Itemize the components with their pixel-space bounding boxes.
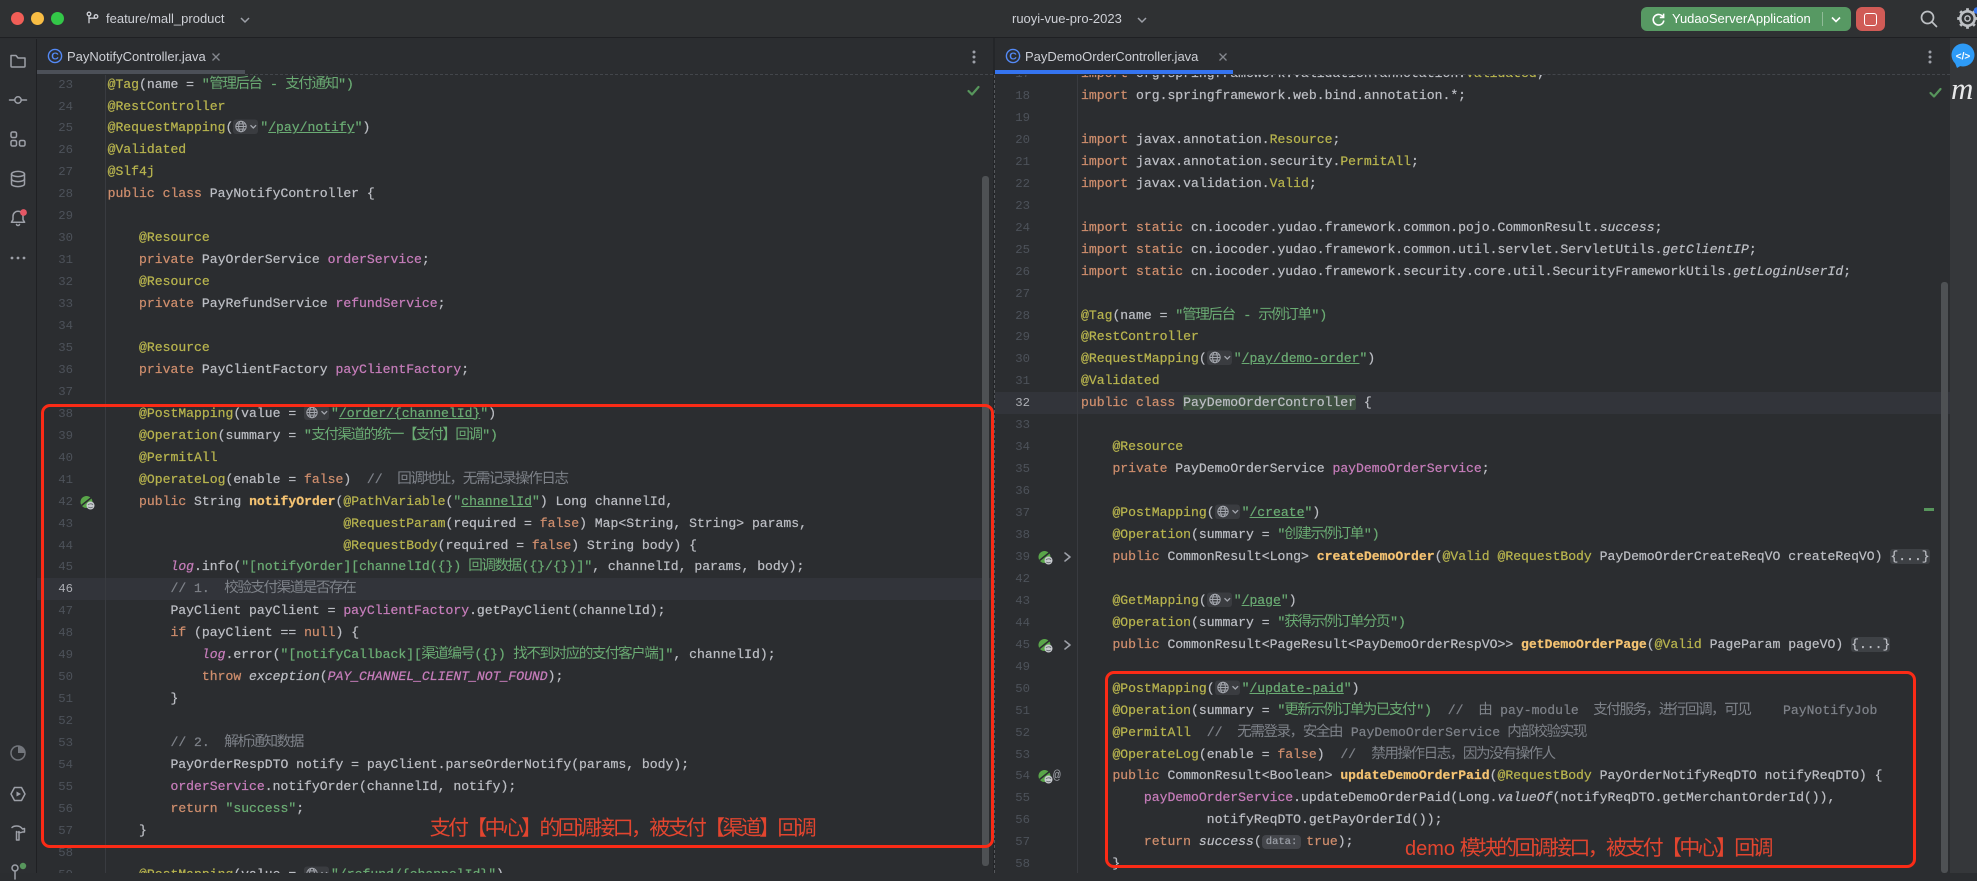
svg-text:</>: </> (1956, 52, 1971, 63)
svg-text:C: C (1009, 51, 1017, 63)
svg-text:C: C (51, 51, 59, 63)
